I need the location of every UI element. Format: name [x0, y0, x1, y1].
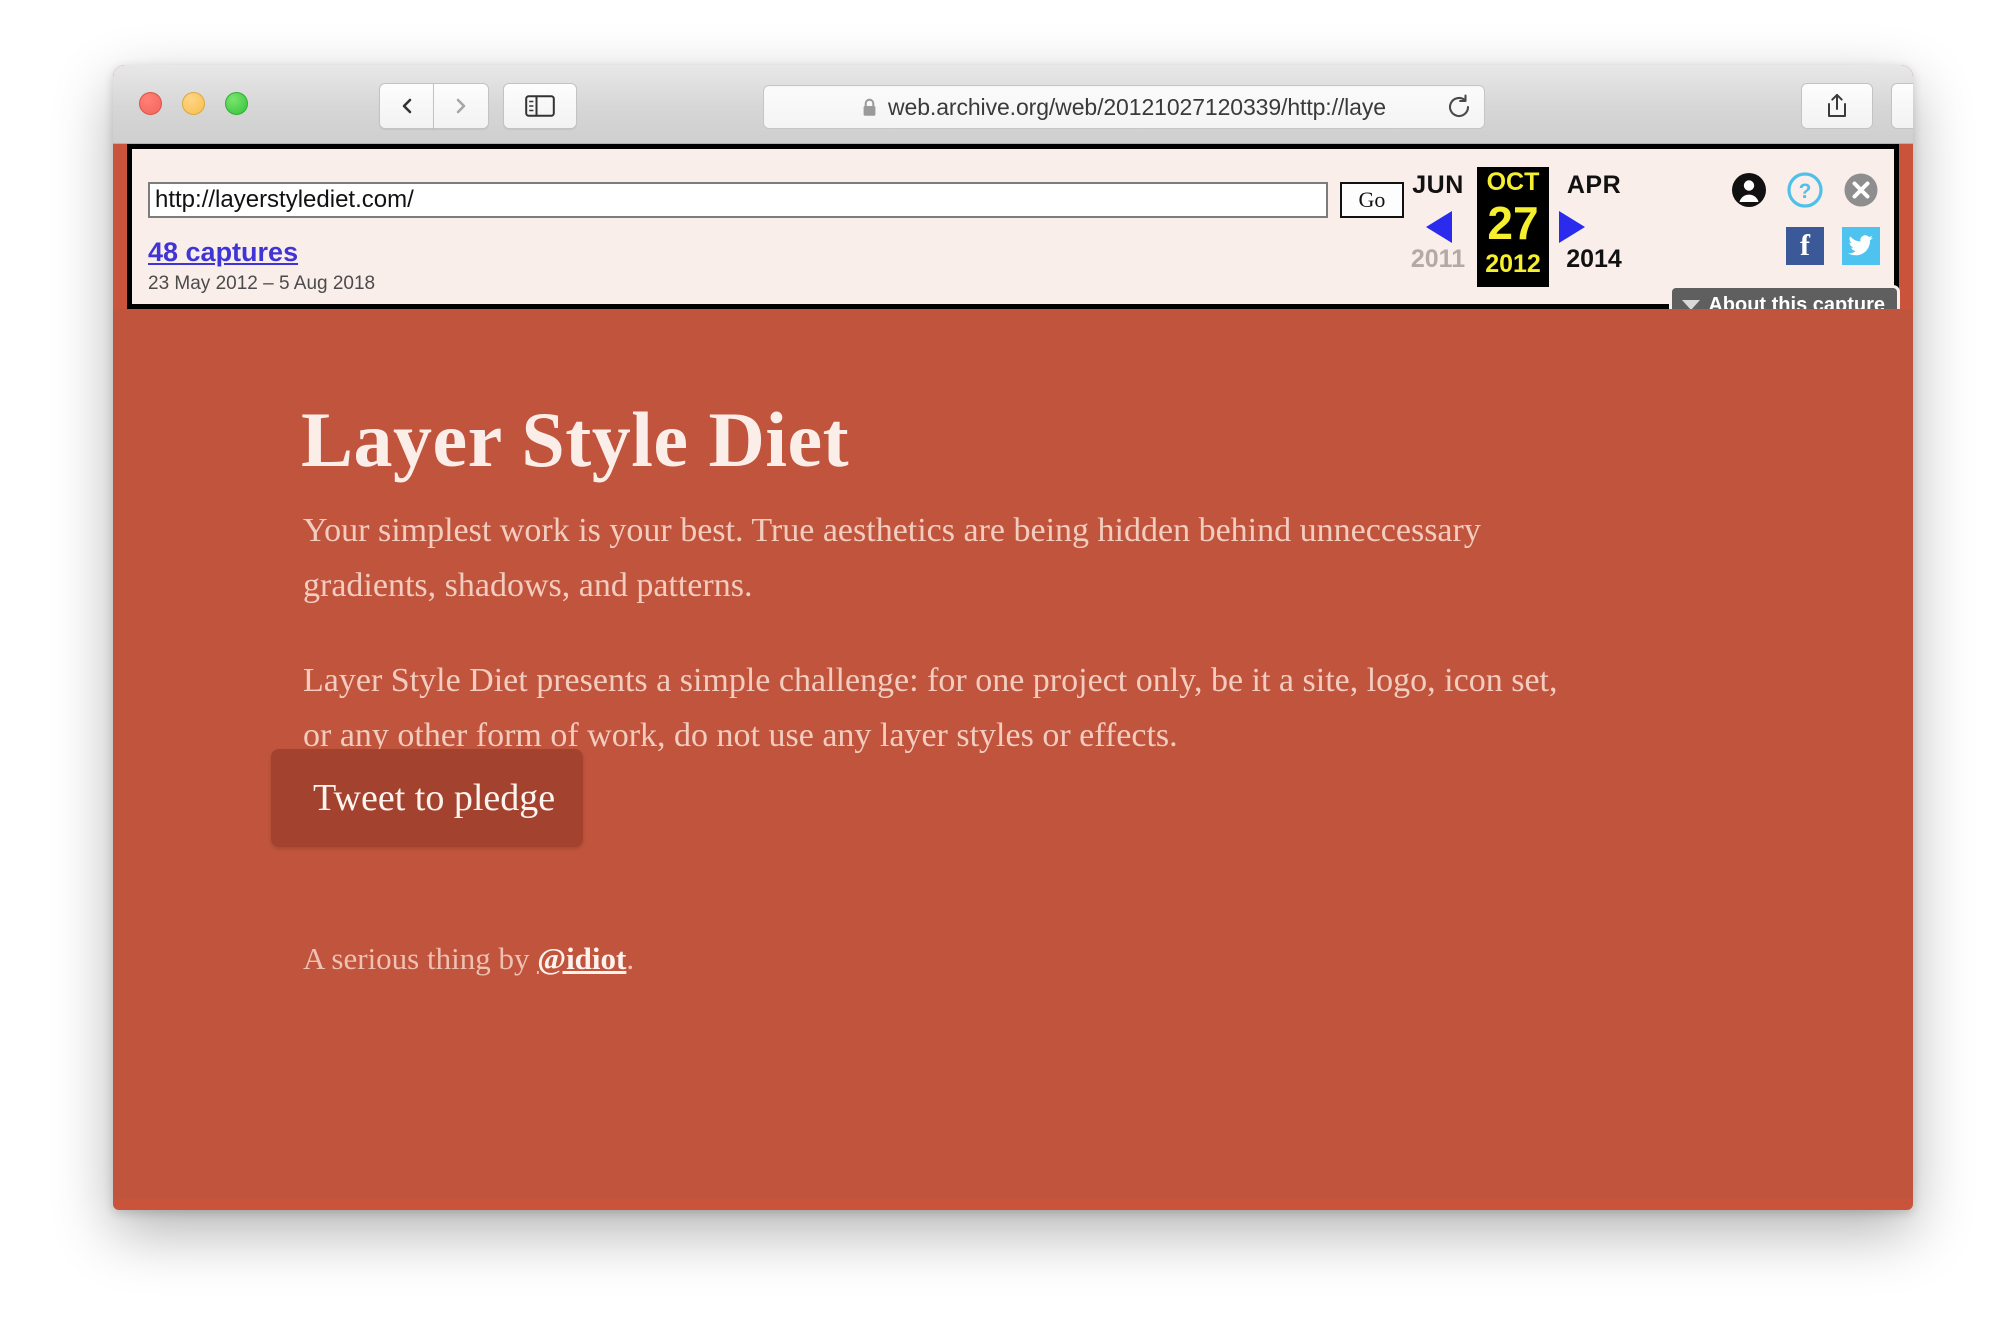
twitter-bird-glyph	[1848, 235, 1873, 256]
forward-button[interactable]	[433, 83, 489, 129]
capture-timeline-nav: JUN 2011 OCT 27 2012 APR 2014	[1402, 167, 1632, 287]
author-handle-link[interactable]: @idiot	[537, 941, 626, 976]
facebook-icon[interactable]: f	[1786, 227, 1824, 265]
intro-paragraph-1: Your simplest work is your best. True ae…	[303, 512, 1481, 605]
tab-overview-button[interactable]	[1891, 83, 1913, 129]
footer-credit: A serious thing by @idiot.	[303, 941, 634, 977]
wayback-url-input[interactable]: http://layerstylediet.com/	[148, 182, 1328, 218]
twitter-icon[interactable]	[1842, 227, 1880, 265]
close-window-button[interactable]	[139, 92, 162, 115]
help-question-icon[interactable]: ?	[1786, 171, 1824, 214]
facebook-f-glyph: f	[1800, 229, 1810, 262]
intro-paragraph-2: Layer Style Diet presents a simple chall…	[303, 662, 1558, 755]
current-day-label: 27	[1487, 197, 1539, 249]
close-x-icon[interactable]	[1842, 171, 1880, 214]
chevron-left-icon	[402, 98, 412, 114]
back-button[interactable]	[379, 83, 434, 129]
prev-month-label: JUN	[1412, 171, 1464, 199]
current-year-label: 2012	[1485, 250, 1541, 278]
address-url-text: web.archive.org/web/20121027120339/http:…	[888, 93, 1386, 120]
browser-titlebar: web.archive.org/web/20121027120339/http:…	[113, 65, 1913, 144]
sidebar-icon	[525, 95, 555, 117]
maximize-window-button[interactable]	[225, 92, 248, 115]
chevron-right-icon	[456, 98, 466, 114]
reload-button[interactable]	[1443, 91, 1475, 123]
lock-icon	[863, 98, 876, 116]
arrow-right-icon[interactable]	[1559, 211, 1585, 243]
share-button[interactable]	[1801, 83, 1873, 129]
tweet-to-pledge-button[interactable]: Tweet to pledge	[271, 749, 583, 847]
wayback-icon-cluster: ? f	[1720, 171, 1880, 291]
arrow-left-icon[interactable]	[1426, 211, 1452, 243]
share-icon	[1828, 93, 1846, 117]
capture-date-range: 23 May 2012 – 5 Aug 2018	[148, 273, 376, 294]
browser-window: web.archive.org/web/20121027120339/http:…	[113, 65, 1913, 1210]
next-month-label: APR	[1566, 171, 1622, 199]
current-capture-date[interactable]: OCT 27 2012	[1477, 167, 1549, 287]
footer-suffix-text: .	[626, 941, 635, 976]
page-title: Layer Style Diet	[301, 396, 850, 484]
address-bar[interactable]: web.archive.org/web/20121027120339/http:…	[763, 85, 1485, 129]
current-month-label: OCT	[1486, 168, 1540, 196]
archived-page-content: Layer Style Diet Your simplest work is y…	[113, 309, 1913, 1199]
wayback-machine-toolbar: http://layerstylediet.com/ Go 48 capture…	[127, 144, 1899, 322]
captures-count-link[interactable]: 48 captures	[148, 237, 298, 268]
window-controls	[139, 92, 248, 115]
svg-text:?: ?	[1799, 180, 1812, 203]
next-year-label: 2014	[1566, 245, 1622, 274]
wayback-go-button[interactable]: Go	[1340, 182, 1404, 218]
prev-year-label: 2011	[1410, 245, 1466, 274]
reload-icon	[1449, 94, 1470, 118]
minimize-window-button[interactable]	[182, 92, 205, 115]
user-account-icon[interactable]	[1730, 171, 1768, 214]
footer-prefix-text: A serious thing by	[303, 941, 538, 976]
tweet-to-pledge-label: Tweet to pledge	[313, 777, 556, 819]
sidebar-toggle-button[interactable]	[503, 83, 577, 129]
